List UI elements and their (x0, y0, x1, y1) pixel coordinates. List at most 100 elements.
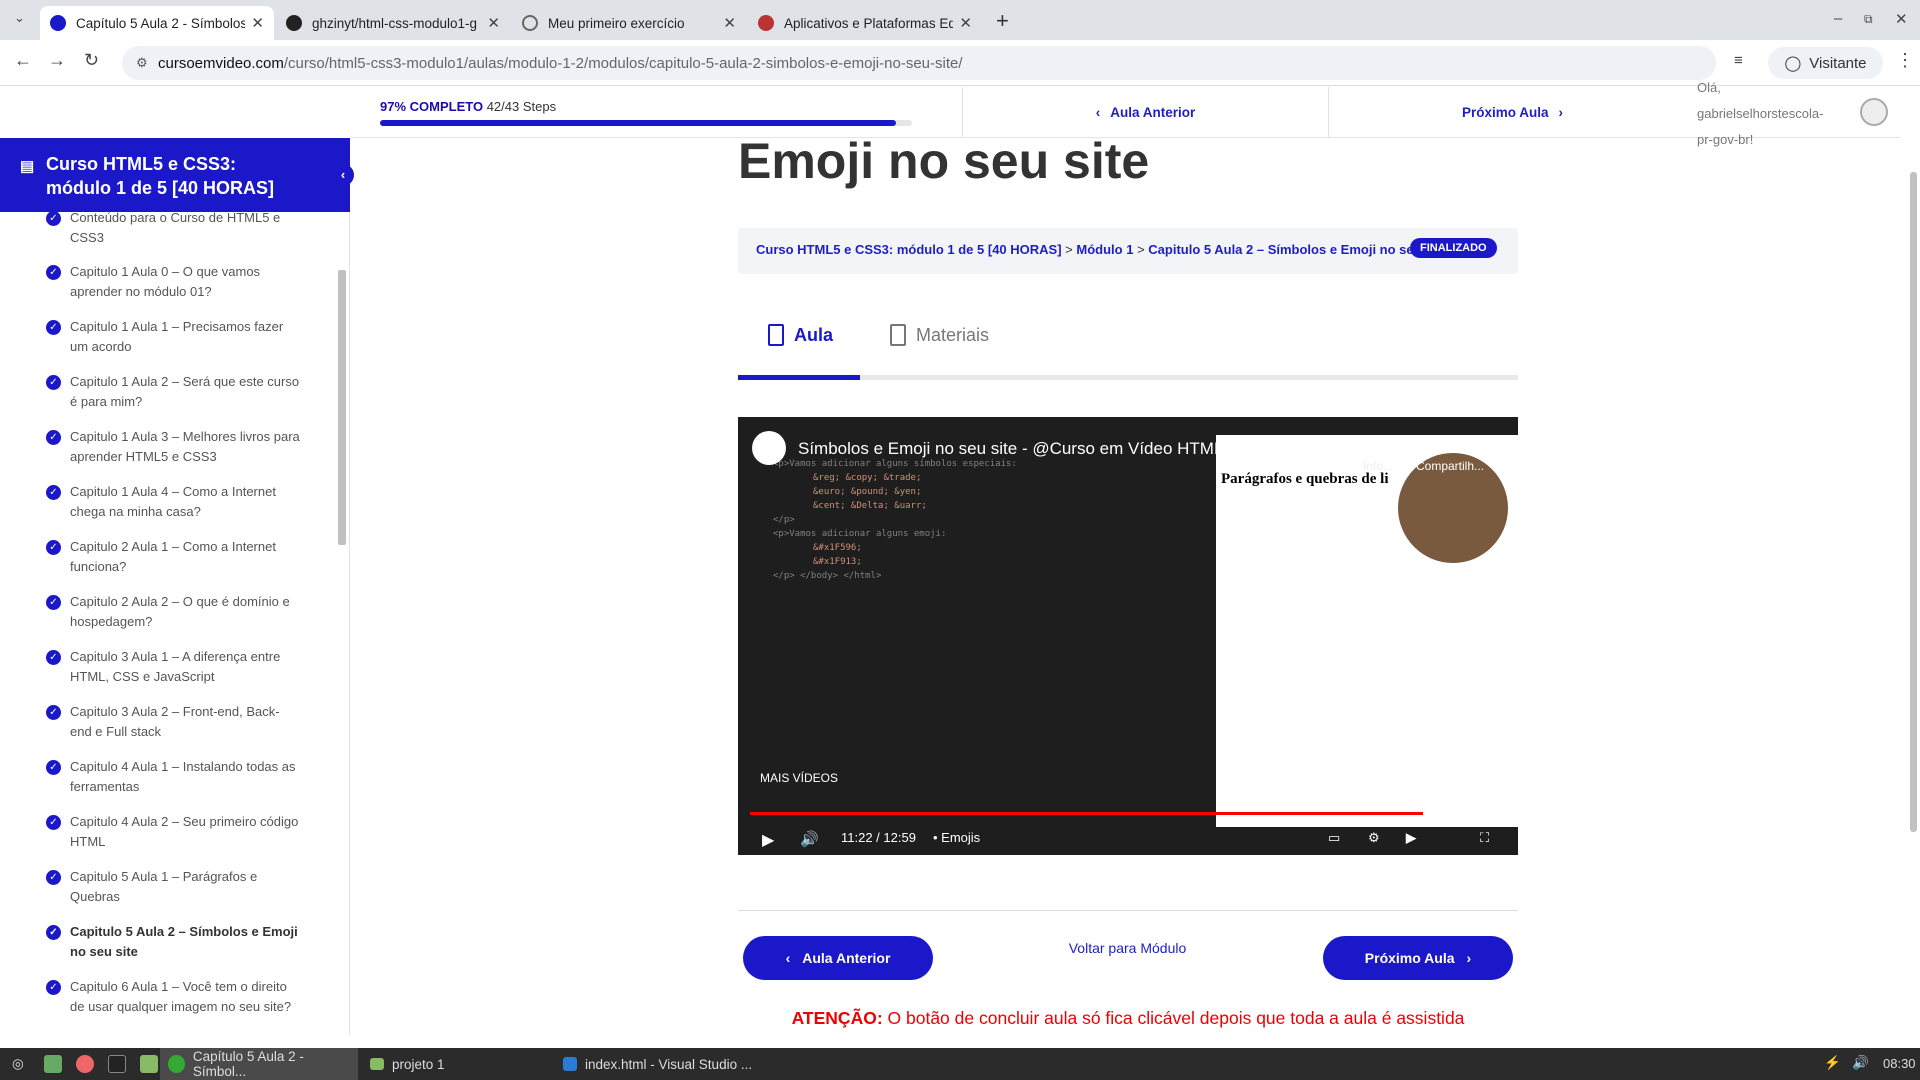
address-bar[interactable]: ⚙ cursoemvideo.com/curso/html5-css3-modu… (122, 46, 1716, 80)
progress-text: 97% COMPLETO 42/43 Steps (380, 99, 556, 114)
breadcrumb: Curso HTML5 e CSS3: módulo 1 de 5 [40 HO… (738, 228, 1518, 274)
taskbar-item-folder[interactable]: projeto 1 (362, 1048, 453, 1080)
sidebar-lesson-item[interactable]: ✓ Capitulo 1 Aula 3 – Melhores livros par… (46, 427, 301, 467)
lesson-label: Capitulo 2 Aula 1 – Como a Internet func… (70, 539, 276, 574)
browser-tab-exercicio[interactable]: Meu primeiro exercício ✕ (512, 6, 746, 40)
sidebar-lesson-item[interactable]: ✓ Capitulo 1 Aula 2 – Será que este curso… (46, 372, 301, 412)
chrome-icon (168, 1055, 185, 1073)
avatar[interactable] (1860, 98, 1888, 126)
info-icon[interactable]: ⓘ (1366, 431, 1382, 455)
window-close-icon[interactable]: ✕ (1895, 10, 1908, 28)
next-lesson-label: Próximo Aula (1461, 105, 1549, 120)
restore-icon[interactable]: ⧉ (1864, 12, 1873, 27)
volume-icon[interactable]: 🔊 (1852, 1055, 1869, 1071)
forward-arrow-icon[interactable]: → (48, 50, 66, 71)
close-icon[interactable]: ✕ (959, 14, 972, 32)
share-icon[interactable]: ↪ (1454, 431, 1469, 452)
browser-tab-aplicativos[interactable]: Aplicativos e Plataformas Ed ✕ (748, 6, 982, 40)
close-icon[interactable]: ✕ (487, 14, 500, 32)
minimize-icon[interactable]: – (1834, 10, 1842, 27)
sidebar-lesson-item[interactable]: ✓ Capitulo 1 Aula 4 – Como a Internet che… (46, 482, 301, 522)
collapse-sidebar-icon[interactable]: ‹ (332, 164, 354, 186)
shield-icon (758, 15, 774, 31)
video-chapter[interactable]: • Emojis (933, 830, 980, 845)
youtube-logo-icon[interactable]: ▶ (1406, 830, 1416, 846)
sidebar-lesson-item[interactable]: ✓ Capitulo 2 Aula 2 – O que é domínio e h… (46, 592, 301, 632)
check-icon: ✓ (46, 870, 61, 885)
top-next-lesson-link[interactable]: Próximo Aula › (1328, 87, 1696, 138)
folder-icon (370, 1058, 384, 1070)
firefox-launcher-icon[interactable] (68, 1048, 102, 1080)
clock: 08:30 (1883, 1056, 1916, 1071)
prev-lesson-button-label: Aula Anterior (802, 950, 891, 966)
course-title: Curso HTML5 e CSS3: módulo 1 de 5 [40 HO… (46, 154, 275, 198)
sidebar-lesson-item[interactable]: ✓ Capitulo 3 Aula 2 – Front-end, Back-end… (46, 702, 301, 742)
sidebar-lesson-item[interactable]: ✓ Conteúdo para o Curso de HTML5 e CSS3 (46, 212, 301, 248)
settings-gear-icon[interactable]: ⚙ (1368, 830, 1380, 846)
check-icon: ✓ (46, 760, 61, 775)
breadcrumb-lesson[interactable]: Capitulo 5 Aula 2 – Símbolos e Emoji no … (1148, 242, 1436, 257)
chevron-left-icon: ‹ (1095, 105, 1101, 120)
play-icon[interactable]: ▶ (762, 830, 774, 850)
lesson-label: Capitulo 3 Aula 2 – Front-end, Back-end … (70, 704, 280, 739)
sidebar-lesson-item[interactable]: ✓ Capitulo 5 Aula 1 – Parágrafos e Quebra… (46, 867, 301, 907)
menu-kebab-icon[interactable]: ⋮ (1896, 50, 1914, 71)
back-to-module-link[interactable]: Voltar para Módulo (1040, 940, 1215, 956)
browser-tab-github[interactable]: ghzinyt/html-css-modulo1-g ✕ (276, 6, 510, 40)
page-scrollbar[interactable] (1906, 87, 1920, 1035)
channel-logo-icon[interactable] (752, 431, 786, 465)
subtitles-icon[interactable]: ▭ (1328, 830, 1340, 846)
volume-icon[interactable]: 🔊 (800, 830, 819, 848)
sidebar-lesson-item[interactable]: ✓ Capitulo 4 Aula 1 – Instalando todas as… (46, 757, 301, 797)
tab-materiais-label: Materiais (916, 324, 990, 345)
reload-icon[interactable]: ↻ (84, 50, 99, 71)
lesson-list: ✓ Conteúdo para o Curso de HTML5 e CSS3 ✓ C… (0, 212, 335, 1035)
progress-steps: 42/43 Steps (486, 99, 557, 114)
new-tab-plus-icon[interactable]: + (996, 8, 1009, 34)
browser-tab-active[interactable]: Capítulo 5 Aula 2 - Símbolos ✕ (40, 6, 274, 40)
power-icon[interactable]: ⚡ (1824, 1055, 1841, 1071)
tab-materiais[interactable]: Materiais (890, 324, 989, 346)
check-icon: ✓ (46, 212, 61, 226)
taskbar-item-browser[interactable]: Capítulo 5 Aula 2 - Símbol... (160, 1048, 358, 1080)
divider (738, 910, 1518, 911)
tab-search-icon[interactable]: ⌄ (14, 10, 25, 26)
terminal-launcher-icon[interactable] (100, 1048, 134, 1080)
sidebar-lesson-item[interactable]: ✓ Capitulo 3 Aula 1 – A diferença entre H… (46, 647, 301, 687)
youtube-video-player[interactable]: <p>Vamos adicionar alguns símbolos espec… (738, 417, 1518, 855)
site-info-icon[interactable]: ⚙ (136, 55, 148, 71)
close-icon[interactable]: ✕ (251, 14, 264, 32)
video-played-fill (750, 812, 1423, 815)
show-desktop-icon[interactable] (36, 1048, 70, 1080)
sidebar-lesson-item[interactable]: ✓ Capitulo 6 Aula 1 – Você tem o direito … (46, 977, 301, 1017)
scrollbar-thumb[interactable] (338, 270, 346, 545)
lesson-label: Capitulo 1 Aula 4 – Como a Internet cheg… (70, 484, 276, 519)
top-prev-lesson-link[interactable]: ‹ Aula Anterior (962, 87, 1328, 138)
close-icon[interactable]: ✕ (723, 14, 736, 32)
fullscreen-icon[interactable]: ⛶ (1480, 830, 1489, 846)
lesson-label: Capitulo 5 Aula 2 – Símbolos e Emoji no … (70, 924, 298, 959)
sidebar-lesson-item[interactable]: ✓ Capitulo 1 Aula 0 – O que vamos aprende… (46, 262, 301, 302)
breadcrumb-course[interactable]: Curso HTML5 e CSS3: módulo 1 de 5 [40 HO… (756, 242, 1062, 257)
media-queue-icon[interactable]: ≡ (1734, 52, 1743, 69)
start-menu-icon[interactable]: ◎ (4, 1048, 32, 1080)
tab-aula-label: Aula (794, 324, 834, 345)
more-videos-button[interactable]: MAIS VÍDEOS (750, 762, 849, 794)
taskbar-item-vscode[interactable]: index.html - Visual Studio ... (555, 1048, 760, 1080)
sidebar-scrollbar[interactable] (337, 212, 347, 1035)
prev-lesson-button[interactable]: ‹ Aula Anterior (743, 936, 933, 980)
sidebar-lesson-item[interactable]: ✓ Capitulo 2 Aula 1 – Como a Internet fun… (46, 537, 301, 577)
video-progress-bar[interactable] (750, 812, 1506, 815)
tab-aula[interactable]: Aula (768, 324, 833, 346)
sidebar-lesson-item[interactable]: ✓ Capitulo 5 Aula 2 – Símbolos e Emoji no… (46, 922, 301, 962)
breadcrumb-module[interactable]: Módulo 1 (1076, 242, 1133, 257)
user-name-line1: gabrielselhorstescola- (1697, 106, 1824, 121)
next-lesson-button[interactable]: Próximo Aula › (1323, 936, 1513, 980)
back-arrow-icon[interactable]: ← (14, 50, 32, 71)
check-icon: ✓ (46, 265, 61, 280)
video-title[interactable]: Símbolos e Emoji no seu site - @Curso em… (798, 439, 1296, 459)
user-name-line2: pr-gov-br! (1697, 132, 1754, 147)
sidebar-lesson-item[interactable]: ✓ Capitulo 4 Aula 2 – Seu primeiro código… (46, 812, 301, 852)
page-scrollbar-thumb[interactable] (1910, 172, 1917, 832)
sidebar-lesson-item[interactable]: ✓ Capitulo 1 Aula 1 – Precisamos fazer um… (46, 317, 301, 357)
